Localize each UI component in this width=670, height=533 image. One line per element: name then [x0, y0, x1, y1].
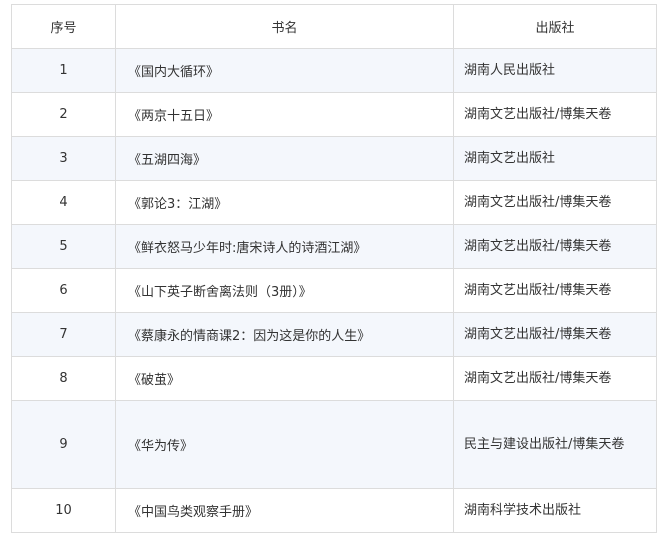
row-publisher: 湖南文艺出版社/博集天卷 — [453, 180, 657, 225]
table-header-row: 序号 书名 出版社 — [11, 4, 657, 49]
row-num: 10 — [11, 488, 116, 533]
header-publisher: 出版社 — [453, 4, 657, 49]
book-list-table: 序号 书名 出版社 1 《国内大循环》 湖南人民出版社 2 《两京十五日》 湖南… — [11, 4, 657, 533]
row-publisher: 湖南人民出版社 — [453, 48, 657, 93]
row-num: 3 — [11, 136, 116, 181]
row-title: 《五湖四海》 — [115, 136, 454, 181]
row-num: 7 — [11, 312, 116, 357]
table-row: 8 《破茧》 湖南文艺出版社/博集天卷 — [11, 356, 657, 401]
header-title: 书名 — [115, 4, 454, 49]
header-num: 序号 — [11, 4, 116, 49]
row-publisher: 湖南文艺出版社/博集天卷 — [453, 224, 657, 269]
table-row: 1 《国内大循环》 湖南人民出版社 — [11, 48, 657, 93]
table-row: 3 《五湖四海》 湖南文艺出版社 — [11, 136, 657, 181]
row-title: 《国内大循环》 — [115, 48, 454, 93]
row-title: 《破茧》 — [115, 356, 454, 401]
row-title: 《华为传》 — [115, 400, 454, 489]
book-list-table-container: 序号 书名 出版社 1 《国内大循环》 湖南人民出版社 2 《两京十五日》 湖南… — [11, 4, 657, 533]
row-publisher: 民主与建设出版社/博集天卷 — [453, 400, 657, 489]
table-row: 9 《华为传》 民主与建设出版社/博集天卷 — [11, 400, 657, 489]
row-num: 2 — [11, 92, 116, 137]
row-title: 《两京十五日》 — [115, 92, 454, 137]
row-title: 《山下英子断舍离法则（3册）》 — [115, 268, 454, 313]
row-publisher: 湖南科学技术出版社 — [453, 488, 657, 533]
row-title: 《中国鸟类观察手册》 — [115, 488, 454, 533]
row-title: 《郭论3：江湖》 — [115, 180, 454, 225]
row-title: 《鲜衣怒马少年时:唐宋诗人的诗酒江湖》 — [115, 224, 454, 269]
row-title: 《蔡康永的情商课2：因为这是你的人生》 — [115, 312, 454, 357]
row-num: 4 — [11, 180, 116, 225]
row-num: 5 — [11, 224, 116, 269]
table-row: 2 《两京十五日》 湖南文艺出版社/博集天卷 — [11, 92, 657, 137]
table-row: 4 《郭论3：江湖》 湖南文艺出版社/博集天卷 — [11, 180, 657, 225]
row-num: 9 — [11, 400, 116, 489]
table-row: 7 《蔡康永的情商课2：因为这是你的人生》 湖南文艺出版社/博集天卷 — [11, 312, 657, 357]
row-publisher: 湖南文艺出版社/博集天卷 — [453, 312, 657, 357]
row-publisher: 湖南文艺出版社 — [453, 136, 657, 181]
row-num: 8 — [11, 356, 116, 401]
row-publisher: 湖南文艺出版社/博集天卷 — [453, 356, 657, 401]
row-num: 6 — [11, 268, 116, 313]
table-row: 6 《山下英子断舍离法则（3册）》 湖南文艺出版社/博集天卷 — [11, 268, 657, 313]
table-row: 5 《鲜衣怒马少年时:唐宋诗人的诗酒江湖》 湖南文艺出版社/博集天卷 — [11, 224, 657, 269]
row-publisher: 湖南文艺出版社/博集天卷 — [453, 92, 657, 137]
table-row: 10 《中国鸟类观察手册》 湖南科学技术出版社 — [11, 488, 657, 533]
row-num: 1 — [11, 48, 116, 93]
row-publisher: 湖南文艺出版社/博集天卷 — [453, 268, 657, 313]
